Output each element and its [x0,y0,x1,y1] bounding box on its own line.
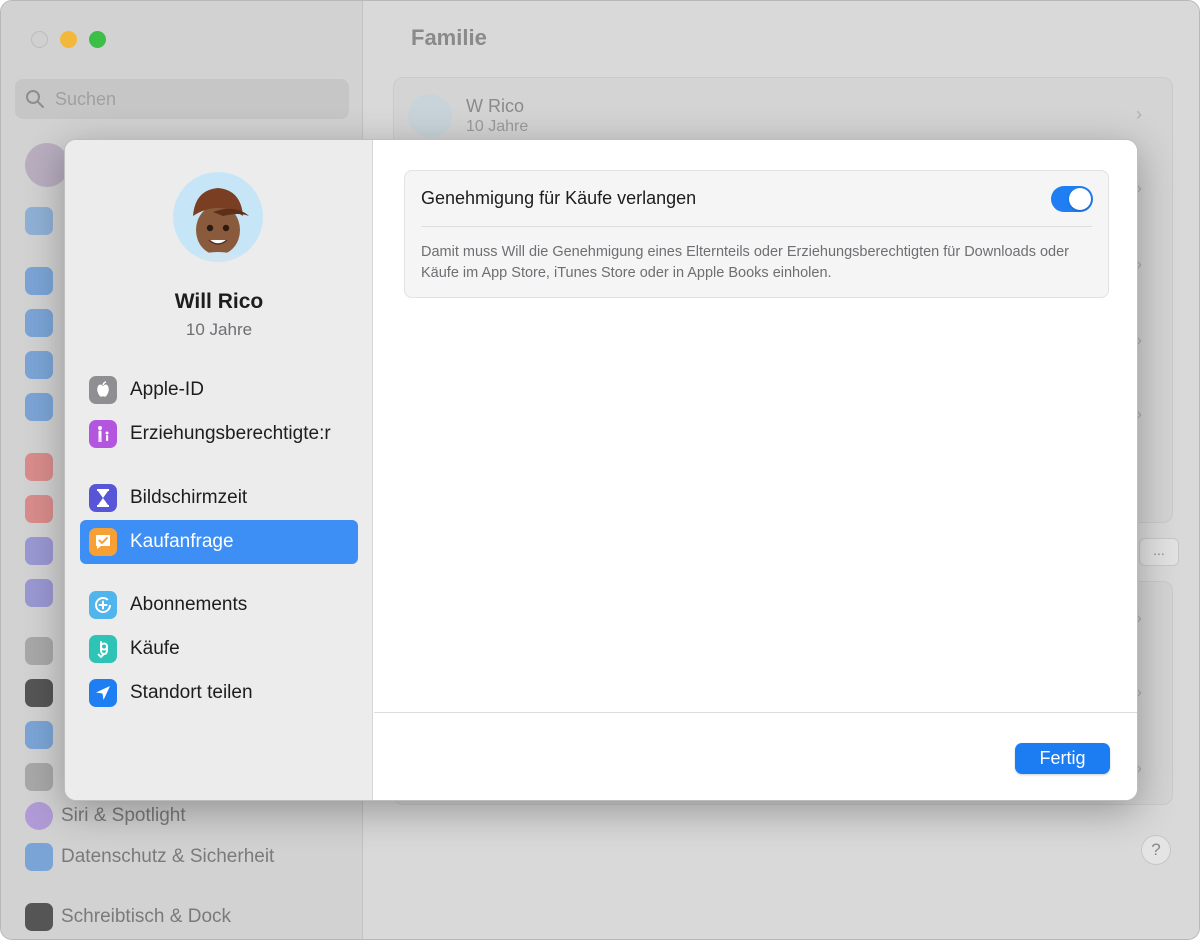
help-button[interactable]: ? [1141,835,1171,865]
sound-icon[interactable] [25,495,53,523]
sheet-footer: Fertig [374,712,1137,800]
member-age: 10 Jahre [466,118,529,135]
nav-label-subscriptions: Abonnements [130,594,248,615]
member-avatar [408,94,452,138]
search-field[interactable]: Suchen [15,79,349,119]
guardian-icon [89,420,117,448]
nav-item-location-sharing[interactable]: Standort teilen [80,671,358,715]
page-title: Familie [411,25,487,50]
accessibility-icon[interactable] [25,721,53,749]
profile-name: Will Rico [174,290,264,313]
nav-label-purchases: Käufe [130,638,180,659]
sheet-sidebar: Will Rico 10 Jahre Apple-ID Erziehungsbe… [65,140,373,800]
bluetooth-icon[interactable] [25,309,53,337]
profile-age: 10 Jahre [185,320,253,339]
hand-icon [25,843,53,871]
member-name[interactable]: W Rico [466,96,524,117]
ask-to-buy-toggle[interactable] [1051,186,1093,212]
nav-item-ask-to-buy[interactable]: Kaufanfrage [80,520,358,564]
control-center-icon[interactable] [25,763,53,791]
dock-icon [25,903,53,931]
setting-title: Genehmigung für Käufe verlangen [421,188,697,208]
screen-time-icon[interactable] [25,579,53,607]
sidebar-item-desktop-dock[interactable]: Schreibtisch & Dock [61,906,231,928]
nav-label-apple-id: Apple-ID [130,379,204,400]
vpn-icon[interactable] [25,393,53,421]
network-icon[interactable] [25,351,53,379]
more-button[interactable]: ... [1139,538,1179,566]
search-icon [26,90,44,108]
nav-item-subscriptions[interactable]: Abonnements [80,583,358,627]
nav-label-ask-to-buy: Kaufanfrage [130,531,234,552]
sidebar-item-siri[interactable]: Siri & Spotlight [61,805,186,827]
memoji-avatar [173,172,263,262]
nav-item-screen-time[interactable]: Bildschirmzeit [80,476,358,520]
location-icon [89,679,117,707]
subscriptions-icon [89,591,117,619]
family-icon[interactable] [25,207,53,235]
appearance-icon[interactable] [25,679,53,707]
ask-to-buy-icon [89,528,117,556]
sheet-content: Genehmigung für Käufe verlangen Damit mu… [374,140,1137,712]
general-icon[interactable] [25,637,53,665]
toggle-knob [1069,188,1091,210]
system-settings-window: Suchen Siri & Spotlight Datenschutz & Si… [0,0,1200,940]
ask-to-buy-setting: Genehmigung für Käufe verlangen Damit mu… [404,170,1109,298]
zoom-window-button[interactable] [89,31,106,48]
hourglass-icon [89,484,117,512]
sidebar-item-privacy[interactable]: Datenschutz & Sicherheit [61,846,274,868]
nav-label-guardian: Erziehungsberechtigte:r [130,423,331,444]
done-button[interactable]: Fertig [1015,743,1110,774]
focus-icon[interactable] [25,537,53,565]
minimize-window-button[interactable] [60,31,77,48]
notifications-icon[interactable] [25,453,53,481]
nav-item-purchases[interactable]: Käufe [80,627,358,671]
search-placeholder: Suchen [55,89,117,109]
chevron-right-icon[interactable]: › [1136,104,1142,125]
member-settings-sheet: Will Rico 10 Jahre Apple-ID Erziehungsbe… [64,139,1138,801]
account-avatar[interactable] [25,143,69,187]
close-window-button[interactable] [31,31,48,48]
apple-icon [89,376,117,404]
nav-item-apple-id[interactable]: Apple-ID [80,368,358,412]
purchases-icon [89,635,117,663]
wifi-icon[interactable] [25,267,53,295]
siri-icon [25,802,53,830]
setting-description: Damit muss Will die Genehmigung eines El… [421,244,1069,281]
nav-item-guardian[interactable]: Erziehungsberechtigte:r [80,412,358,456]
divider [421,226,1092,227]
nav-label-location-sharing: Standort teilen [130,682,253,703]
nav-label-screen-time: Bildschirmzeit [130,487,248,508]
